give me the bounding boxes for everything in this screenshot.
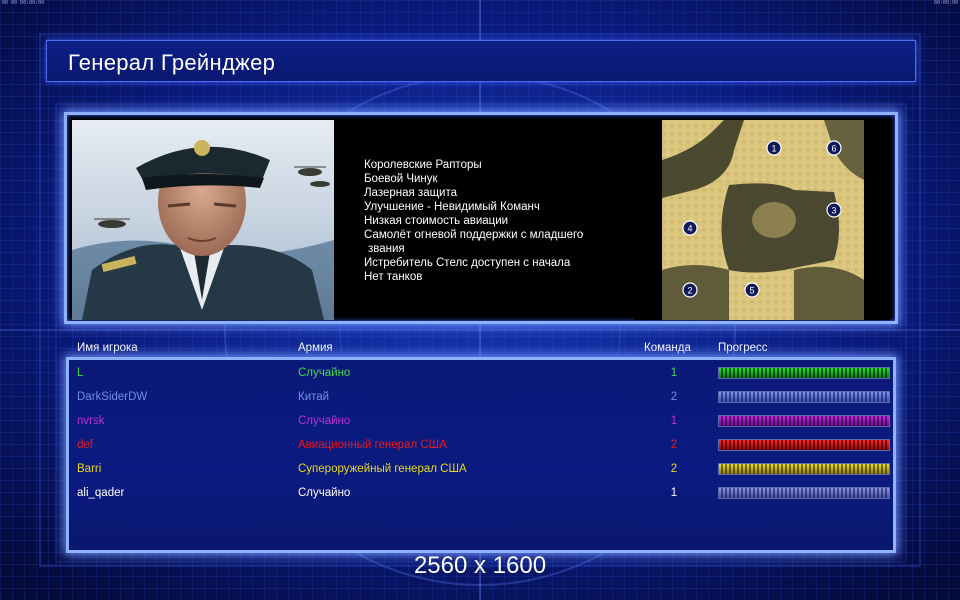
progress-bar: [718, 367, 890, 379]
progress-bar-fill: [719, 488, 889, 498]
progress-bar: [718, 391, 890, 403]
player-name: ali_qader: [77, 487, 125, 499]
progress-bar: [718, 415, 890, 427]
column-header-team: Команда: [644, 342, 691, 354]
table-row[interactable]: DarkSiderDW Китай 2: [0, 389, 960, 413]
feature-item: Улучшение - Невидимый Команч: [364, 201, 540, 213]
progress-bar: [718, 463, 890, 475]
minimap: 1 6 3 4 2 5: [634, 120, 890, 320]
feature-item: Боевой Чинук: [364, 173, 438, 185]
player-name: def: [77, 439, 93, 451]
feature-item: Самолёт огневой поддержки с младшего: [364, 229, 584, 241]
top-right-readout: 00:00:00: [933, 0, 958, 6]
player-army[interactable]: Случайно: [298, 413, 350, 429]
progress-bar-fill: [719, 368, 889, 378]
start-position-6[interactable]: 6: [826, 140, 842, 156]
player-team[interactable]: 2: [668, 389, 680, 405]
feature-item: Лазерная защита: [364, 187, 458, 199]
table-row[interactable]: L Случайно 1: [0, 365, 960, 389]
svg-text:5: 5: [749, 286, 754, 296]
progress-bar-fill: [719, 416, 889, 426]
player-army[interactable]: Случайно: [298, 365, 350, 381]
player-army[interactable]: Авиационный генерал США: [298, 437, 447, 453]
player-team[interactable]: 1: [668, 413, 680, 429]
feature-item: звания: [368, 243, 405, 255]
feature-item: Низкая стоимость авиации: [364, 215, 509, 227]
column-header-army: Армия: [298, 342, 333, 354]
progress-bar-fill: [719, 440, 889, 450]
progress-bar-fill: [719, 464, 889, 474]
player-army[interactable]: Случайно: [298, 485, 350, 501]
svg-text:1: 1: [771, 144, 776, 154]
column-header-name: Имя игрока: [77, 342, 138, 354]
top-left-readout: 00 00 00:00:00: [2, 0, 45, 6]
start-position-5[interactable]: 5: [744, 282, 760, 298]
player-team[interactable]: 1: [668, 365, 680, 381]
feature-item: Нет танков: [364, 271, 423, 283]
table-row[interactable]: ali_qader Случайно 1: [0, 485, 960, 509]
feature-item: Королевские Рапторы: [364, 159, 482, 171]
player-army[interactable]: Китай: [298, 389, 329, 405]
player-name: DarkSiderDW: [77, 391, 148, 403]
table-row[interactable]: def Авиационный генерал США 2: [0, 437, 960, 461]
general-features-list: Королевские Рапторы Боевой Чинук Лазерна…: [364, 158, 624, 284]
table-row[interactable]: Barri Супероружейный генерал США 2: [0, 461, 960, 485]
player-team[interactable]: 1: [668, 485, 680, 501]
player-team[interactable]: 2: [668, 437, 680, 453]
svg-text:2: 2: [687, 286, 692, 296]
player-name: L: [77, 367, 84, 379]
start-position-4[interactable]: 4: [682, 220, 698, 236]
start-position-2[interactable]: 2: [682, 282, 698, 298]
player-army[interactable]: Супероружейный генерал США: [298, 461, 467, 477]
start-position-3[interactable]: 3: [826, 202, 842, 218]
svg-text:4: 4: [687, 224, 692, 234]
progress-bar-fill: [719, 392, 889, 402]
start-position-1[interactable]: 1: [766, 140, 782, 156]
progress-bar: [718, 439, 890, 451]
column-header-progress: Прогресс: [718, 342, 768, 354]
player-name: nvrsk: [77, 415, 105, 427]
player-name: Barri: [77, 463, 102, 475]
svg-text:3: 3: [831, 206, 836, 216]
table-row[interactable]: nvrsk Случайно 1: [0, 413, 960, 437]
resolution-label: 2560 x 1600: [413, 552, 547, 579]
progress-bar: [718, 487, 890, 499]
feature-item: Истребитель Стелс доступен с начала: [364, 257, 571, 269]
svg-text:6: 6: [831, 144, 836, 154]
page-title: Генерал Грейнджер: [68, 50, 276, 75]
general-portrait: [72, 120, 334, 320]
player-team[interactable]: 2: [668, 461, 680, 477]
